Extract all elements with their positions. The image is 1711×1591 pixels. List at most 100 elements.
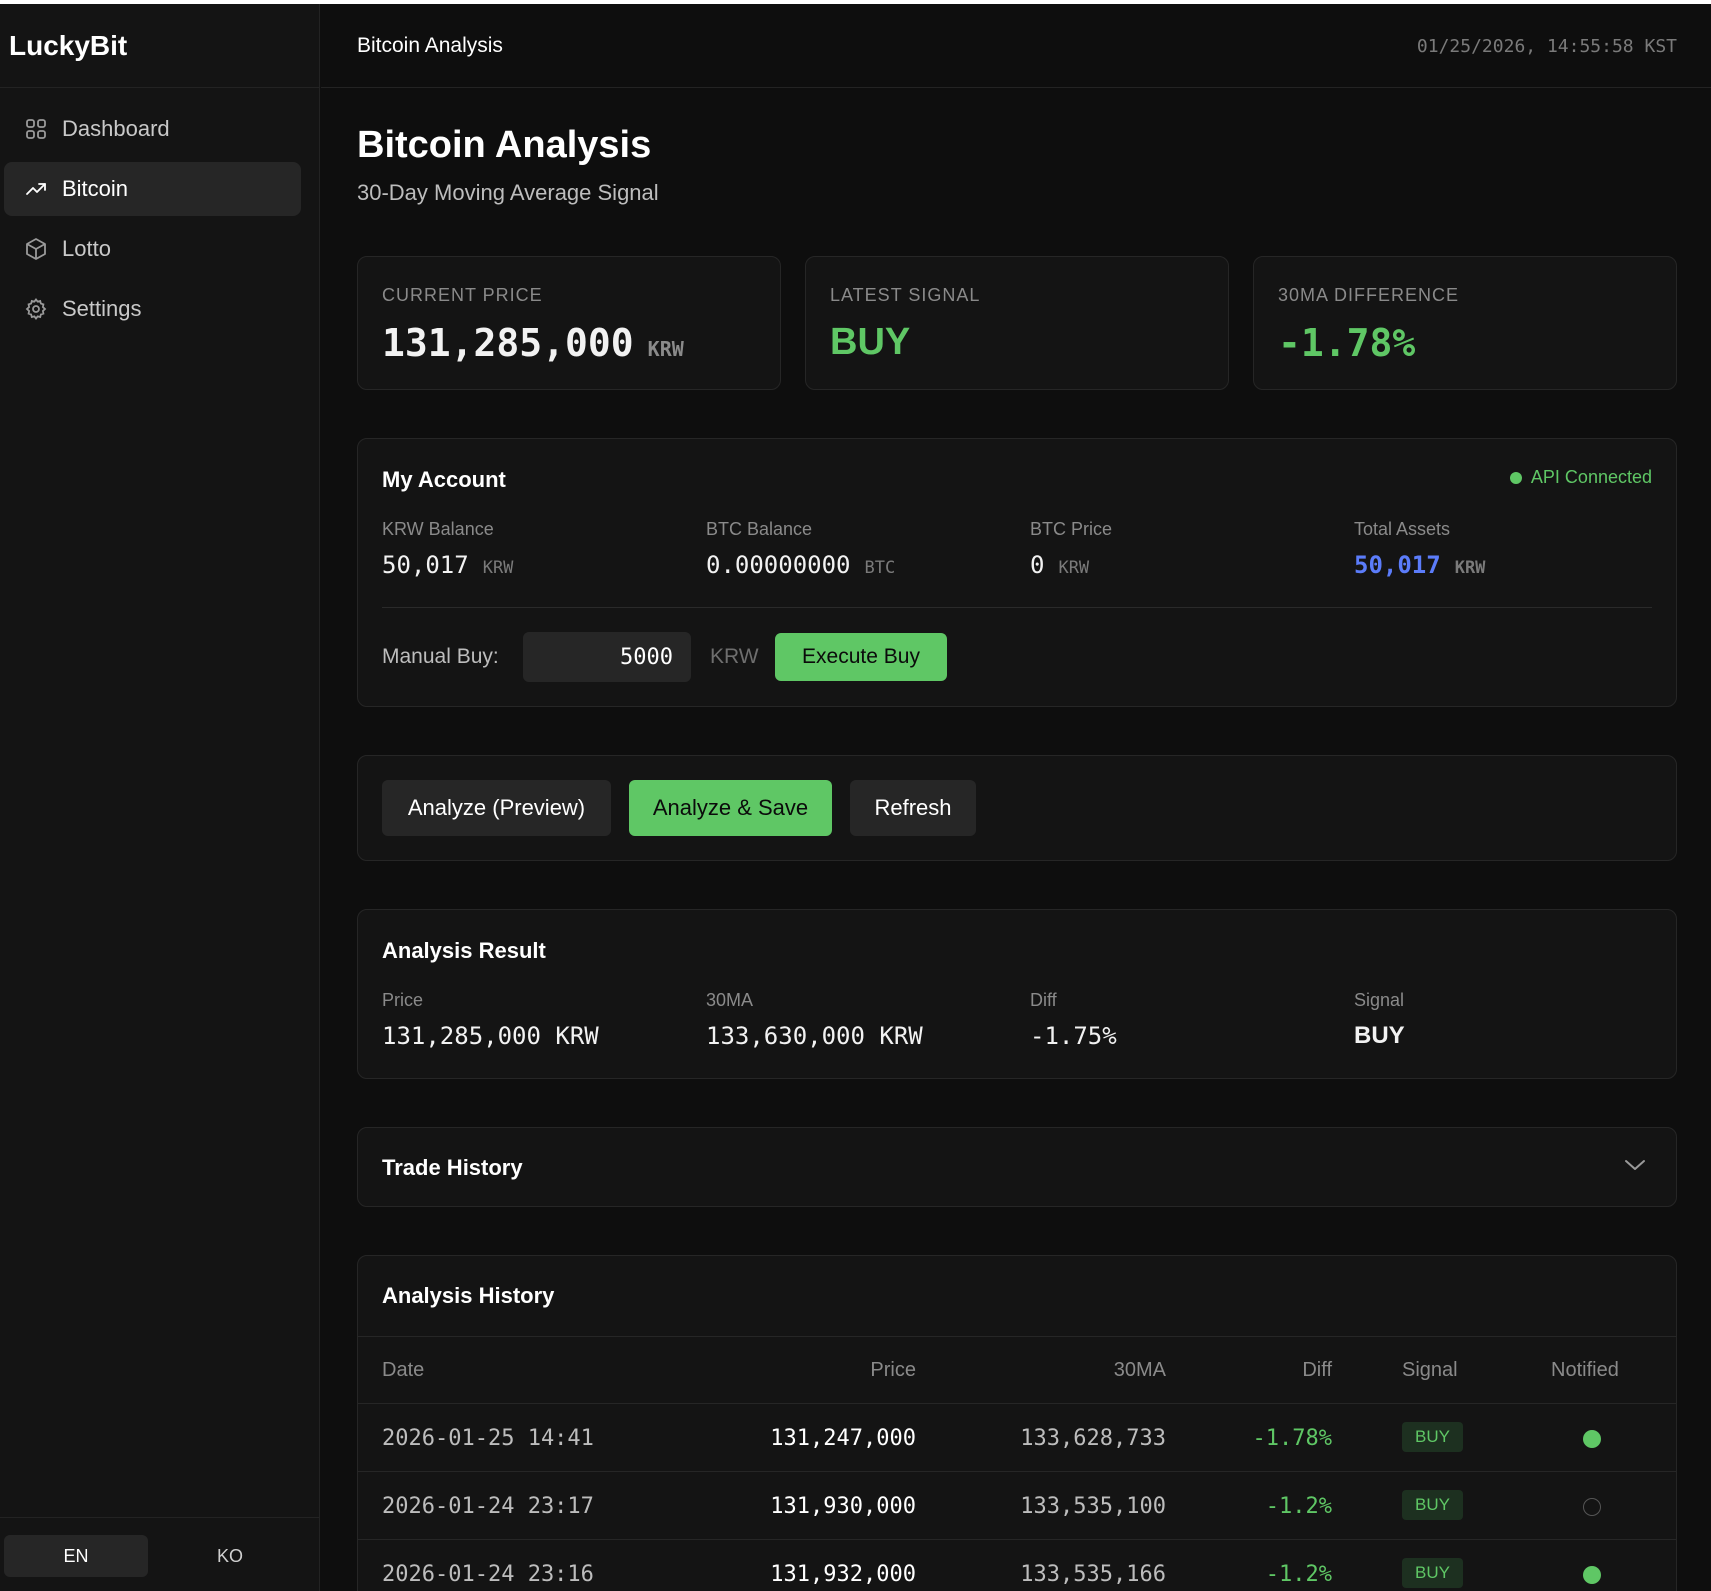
sidebar-item-settings[interactable]: Settings xyxy=(4,282,301,336)
refresh-button[interactable]: Refresh xyxy=(850,780,976,836)
latest-signal-value: BUY xyxy=(830,321,911,363)
sidebar-item-label: Lotto xyxy=(62,236,111,261)
section-title: Trade History xyxy=(382,1155,523,1180)
analysis-history-card: Analysis History Date Price 30MA Diff Si… xyxy=(357,1255,1677,1591)
top-header: Bitcoin Analysis 01/25/2026, 14:55:58 KS… xyxy=(321,4,1711,88)
notified-off-icon xyxy=(1583,1498,1601,1516)
btc-balance-label: BTC Balance xyxy=(706,519,813,539)
unit: KRW xyxy=(1454,558,1486,578)
sidebar-item-label: Dashboard xyxy=(62,116,170,141)
current-price-card: CURRENT PRICE 131,285,000 KRW xyxy=(357,256,781,390)
stat-label: LATEST SIGNAL xyxy=(830,285,981,305)
current-price-number: 131,285,000 xyxy=(382,321,634,365)
stat-label: 30MA DIFFERENCE xyxy=(1278,285,1460,305)
gear-icon xyxy=(25,298,47,320)
signal-badge: BUY xyxy=(1402,1422,1463,1452)
sidebar-item-label: Bitcoin xyxy=(62,176,129,201)
latest-signal-card: LATEST SIGNAL BUY xyxy=(805,256,1229,390)
sidebar-nav: Dashboard Bitcoin Lotto Settings xyxy=(0,88,319,336)
trade-history-accordion[interactable]: Trade History xyxy=(357,1127,1677,1207)
section-title: Analysis History xyxy=(382,1283,555,1308)
table-row: 2026-01-25 14:41 131,247,000 133,628,733… xyxy=(358,1404,1676,1472)
signal-badge: BUY xyxy=(1402,1558,1463,1588)
trending-up-icon xyxy=(26,183,46,195)
cell-diff: -1.2% xyxy=(1265,1494,1332,1519)
header-clock: 01/25/2026, 14:55:58 KST xyxy=(1416,36,1677,57)
column-header-diff: Diff xyxy=(1302,1359,1332,1381)
result-price-label: Price xyxy=(382,990,424,1010)
btc-balance-value: 0.00000000 BTC xyxy=(706,551,895,579)
current-price-value: 131,285,000 KRW xyxy=(382,321,684,365)
btc-price-value: 0 KRW xyxy=(1030,551,1089,579)
sidebar-item-lotto[interactable]: Lotto xyxy=(4,222,301,276)
table-row: 2026-01-24 23:16 131,932,000 133,535,166… xyxy=(358,1540,1676,1591)
result-diff-value: -1.75% xyxy=(1030,1022,1117,1050)
manual-buy-unit: KRW xyxy=(710,645,759,668)
signal-badge: BUY xyxy=(1402,1490,1463,1520)
sidebar-item-bitcoin[interactable]: Bitcoin xyxy=(4,162,301,216)
cell-date: 2026-01-24 23:17 xyxy=(382,1494,594,1519)
table-row: 2026-01-24 23:17 131,930,000 133,535,100… xyxy=(358,1472,1676,1540)
box-icon xyxy=(26,238,46,260)
chevron-down-icon[interactable] xyxy=(1624,1158,1646,1172)
cell-ma: 133,535,100 xyxy=(1020,1494,1166,1519)
ma-difference-card: 30MA DIFFERENCE -1.78% xyxy=(1253,256,1677,390)
total-assets-number: 50,017 xyxy=(1354,551,1441,579)
execute-buy-button[interactable]: Execute Buy xyxy=(775,633,947,681)
unit: BTC xyxy=(864,558,896,578)
analyze-preview-button[interactable]: Analyze (Preview) xyxy=(382,780,611,836)
current-price-unit: KRW xyxy=(647,337,684,361)
column-header-signal: Signal xyxy=(1402,1359,1458,1381)
cell-price: 131,932,000 xyxy=(770,1562,916,1587)
total-assets-value: 50,017 KRW xyxy=(1354,551,1485,579)
btc-price-number: 0 xyxy=(1030,551,1045,579)
cell-price: 131,247,000 xyxy=(770,1426,916,1451)
krw-balance-label: KRW Balance xyxy=(382,519,494,539)
cell-ma: 133,628,733 xyxy=(1020,1426,1166,1451)
status-dot-icon xyxy=(1509,471,1522,484)
manual-buy-input[interactable]: 5000 xyxy=(523,632,691,682)
btc-price-label: BTC Price xyxy=(1030,519,1113,539)
section-title: My Account xyxy=(382,467,506,492)
my-account-card: My Account API Connected KRW Balance 50,… xyxy=(357,438,1677,707)
analyze-save-button[interactable]: Analyze & Save xyxy=(629,780,832,836)
krw-balance-number: 50,017 xyxy=(382,551,469,579)
cell-ma: 133,535,166 xyxy=(1020,1562,1166,1587)
actions-card: Analyze (Preview) Analyze & Save Refresh xyxy=(357,755,1677,861)
result-signal-label: Signal xyxy=(1354,990,1405,1010)
ma-difference-value: -1.78% xyxy=(1278,321,1416,365)
page-title: Bitcoin Analysis xyxy=(357,124,652,166)
column-header-notified: Notified xyxy=(1551,1359,1619,1381)
cell-date: 2026-01-25 14:41 xyxy=(382,1426,594,1451)
total-assets-label: Total Assets xyxy=(1354,519,1451,539)
cell-price: 131,930,000 xyxy=(770,1494,916,1519)
cell-diff: -1.2% xyxy=(1265,1562,1332,1587)
lang-ko-button[interactable]: KO xyxy=(158,1535,302,1577)
column-header-date: Date xyxy=(382,1359,425,1381)
notified-on-icon xyxy=(1583,1430,1601,1448)
unit: KRW xyxy=(482,558,514,578)
result-ma-label: 30MA xyxy=(706,990,754,1010)
api-status-label: API Connected xyxy=(1530,467,1652,487)
result-signal-value: BUY xyxy=(1354,1022,1405,1049)
sidebar-item-dashboard[interactable]: Dashboard xyxy=(4,102,301,156)
krw-balance-value: 50,017 KRW xyxy=(382,551,513,579)
column-header-ma: 30MA xyxy=(1113,1359,1166,1381)
column-header-price: Price xyxy=(870,1359,916,1381)
cell-date: 2026-01-24 23:16 xyxy=(382,1562,594,1587)
divider xyxy=(382,607,1652,608)
btc-balance-number: 0.00000000 xyxy=(706,551,851,579)
notified-on-icon xyxy=(1583,1566,1601,1584)
api-status: API Connected xyxy=(1509,467,1652,488)
result-diff-label: Diff xyxy=(1030,990,1057,1010)
stat-label: CURRENT PRICE xyxy=(382,285,543,305)
language-switcher: EN KO xyxy=(0,1517,320,1591)
lang-en-button[interactable]: EN xyxy=(4,1535,148,1577)
analysis-result-card: Analysis Result Price 131,285,000 KRW 30… xyxy=(357,909,1677,1079)
manual-buy-label: Manual Buy: xyxy=(382,645,499,668)
sidebar-item-label: Settings xyxy=(62,296,142,321)
sidebar: LuckyBit Dashboard Bitcoin Lotto Setting… xyxy=(0,4,320,1591)
unit: KRW xyxy=(1058,558,1090,578)
brand-logo[interactable]: LuckyBit xyxy=(0,4,319,88)
page-subtitle: 30-Day Moving Average Signal xyxy=(357,180,659,205)
